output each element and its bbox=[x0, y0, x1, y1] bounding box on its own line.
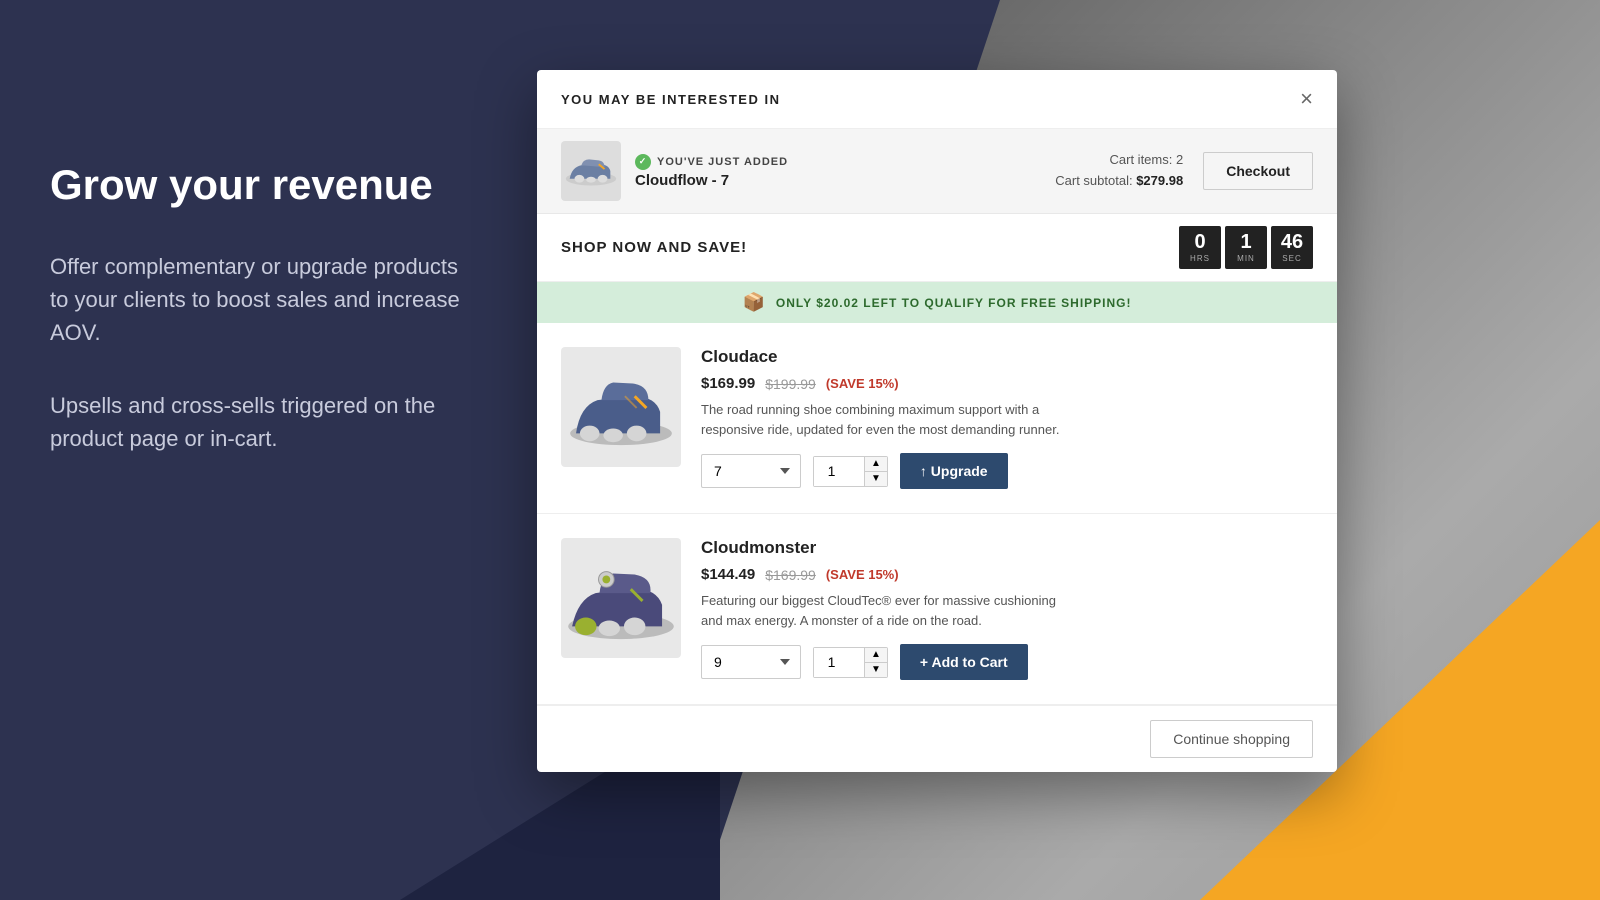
checkout-button[interactable]: Checkout bbox=[1203, 152, 1313, 190]
added-info: ✓ YOU'VE JUST ADDED Cloudflow - 7 bbox=[635, 154, 788, 189]
cart-bar-right: Cart items: 2 Cart subtotal: $279.98 Che… bbox=[1055, 150, 1313, 192]
cloudmonster-quantity-control: ▲ ▼ bbox=[813, 647, 888, 678]
cart-summary: Cart items: 2 Cart subtotal: $279.98 bbox=[1055, 150, 1183, 192]
countdown-minutes: 1 MIN bbox=[1225, 226, 1267, 269]
cloudace-price-row: $169.99 $199.99 (SAVE 15%) bbox=[701, 375, 1313, 392]
countdown-hours: 0 HRS bbox=[1179, 226, 1221, 269]
paragraph-1: Offer complementary or upgrade products … bbox=[50, 250, 480, 349]
countdown-timer: 0 HRS 1 MIN 46 SEC bbox=[1179, 226, 1313, 269]
cloudace-actions: 6 7 8 9 10 11 12 ▲ ▼ bbox=[701, 453, 1313, 489]
cloudmonster-shoe-svg bbox=[562, 554, 680, 642]
cloudmonster-details: Cloudmonster $144.49 $169.99 (SAVE 15%) … bbox=[701, 538, 1313, 680]
cloudace-name: Cloudace bbox=[701, 347, 1313, 367]
cloudmonster-qty-up[interactable]: ▲ bbox=[864, 648, 887, 663]
cloudace-qty-down[interactable]: ▼ bbox=[864, 472, 887, 486]
cart-bar: ✓ YOU'VE JUST ADDED Cloudflow - 7 Cart i… bbox=[537, 129, 1337, 214]
modal-title: YOU MAY BE INTERESTED IN bbox=[561, 92, 780, 107]
upsell-modal: YOU MAY BE INTERESTED IN × ✓ bbox=[537, 70, 1337, 772]
product-cloudace: Cloudace $169.99 $199.99 (SAVE 15%) The … bbox=[537, 323, 1337, 514]
check-circle-icon: ✓ bbox=[635, 154, 651, 170]
cloudace-details: Cloudace $169.99 $199.99 (SAVE 15%) The … bbox=[701, 347, 1313, 489]
modal-footer: Continue shopping bbox=[537, 705, 1337, 772]
added-label: ✓ YOU'VE JUST ADDED bbox=[635, 154, 788, 170]
cloudmonster-qty-buttons: ▲ ▼ bbox=[864, 648, 887, 677]
shipping-banner: 📦 ONLY $20.02 LEFT TO QUALIFY FOR FREE S… bbox=[537, 282, 1337, 323]
cloudace-shoe-svg bbox=[562, 363, 680, 451]
cart-items-count: Cart items: 2 bbox=[1055, 150, 1183, 171]
cloudace-upgrade-button[interactable]: ↑ Upgrade bbox=[900, 453, 1008, 489]
cloudace-qty-up[interactable]: ▲ bbox=[864, 457, 887, 472]
shop-now-bar: SHOP NOW AND SAVE! 0 HRS 1 MIN 46 SEC bbox=[537, 214, 1337, 282]
cloudmonster-price-row: $144.49 $169.99 (SAVE 15%) bbox=[701, 566, 1313, 583]
modal-header: YOU MAY BE INTERESTED IN × bbox=[537, 70, 1337, 129]
close-button[interactable]: × bbox=[1300, 88, 1313, 110]
paragraph-2: Upsells and cross-sells triggered on the… bbox=[50, 389, 480, 455]
cloudmonster-size-select[interactable]: 6 7 8 9 10 11 12 bbox=[701, 645, 801, 679]
cloudmonster-price-current: $144.49 bbox=[701, 566, 755, 583]
cart-bar-left: ✓ YOU'VE JUST ADDED Cloudflow - 7 bbox=[561, 141, 788, 201]
cloudace-price-original: $199.99 bbox=[765, 376, 816, 392]
cloudmonster-name: Cloudmonster bbox=[701, 538, 1313, 558]
shipping-text: ONLY $20.02 LEFT TO QUALIFY FOR FREE SHI… bbox=[776, 296, 1132, 310]
shipping-icon: 📦 bbox=[742, 292, 765, 313]
product-cloudmonster: Cloudmonster $144.49 $169.99 (SAVE 15%) … bbox=[537, 514, 1337, 705]
cloudmonster-price-original: $169.99 bbox=[765, 567, 816, 583]
products-area[interactable]: Cloudace $169.99 $199.99 (SAVE 15%) The … bbox=[537, 323, 1337, 705]
cloudmonster-quantity-input[interactable] bbox=[814, 648, 864, 677]
cloudmonster-qty-down[interactable]: ▼ bbox=[864, 663, 887, 677]
cloudace-price-save: (SAVE 15%) bbox=[826, 376, 899, 391]
continue-shopping-button[interactable]: Continue shopping bbox=[1150, 720, 1313, 758]
added-product-name: Cloudflow - 7 bbox=[635, 172, 788, 189]
cloudmonster-price-save: (SAVE 15%) bbox=[826, 567, 899, 582]
cart-subtotal-amount: $279.98 bbox=[1136, 173, 1183, 188]
cloudmonster-add-to-cart-button[interactable]: + Add to Cart bbox=[900, 644, 1028, 680]
cloudace-description: The road running shoe combining maximum … bbox=[701, 400, 1081, 439]
cloudace-quantity-input[interactable] bbox=[814, 457, 864, 486]
cloudmonster-actions: 6 7 8 9 10 11 12 ▲ ▼ bbox=[701, 644, 1313, 680]
countdown-seconds: 46 SEC bbox=[1271, 226, 1313, 269]
cloudace-quantity-control: ▲ ▼ bbox=[813, 456, 888, 487]
cloudmonster-description: Featuring our biggest CloudTec® ever for… bbox=[701, 591, 1081, 630]
cloudmonster-image bbox=[561, 538, 681, 658]
shop-now-label: SHOP NOW AND SAVE! bbox=[561, 239, 747, 256]
left-panel: Grow your revenue Offer complementary or… bbox=[0, 0, 530, 900]
cloudace-qty-buttons: ▲ ▼ bbox=[864, 457, 887, 486]
main-heading: Grow your revenue bbox=[50, 160, 480, 210]
cloudace-size-select[interactable]: 6 7 8 9 10 11 12 bbox=[701, 454, 801, 488]
cart-subtotal: Cart subtotal: $279.98 bbox=[1055, 171, 1183, 192]
cloudflow-thumbnail bbox=[561, 141, 621, 201]
cloudflow-shoe-image bbox=[562, 151, 620, 191]
cloudace-image bbox=[561, 347, 681, 467]
cloudace-price-current: $169.99 bbox=[701, 375, 755, 392]
